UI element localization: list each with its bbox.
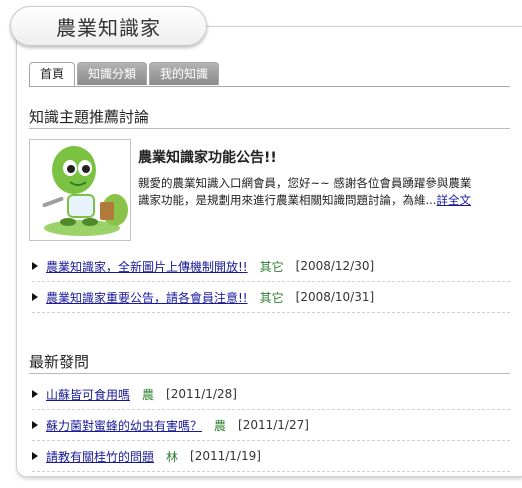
list-item-category[interactable]: 林 — [166, 448, 178, 465]
tab-categories[interactable]: 知識分類 — [77, 62, 148, 85]
list-item: 山蘇皆可食用嗎 農 [2011/1/28] — [32, 379, 510, 410]
bullet-arrow-icon — [32, 421, 38, 429]
tab-bar: 首頁 知識分類 我的知識 — [29, 62, 220, 87]
list-item-date: [2008/10/31] — [295, 290, 375, 304]
featured-article-title[interactable]: 農業知識家功能公告!! — [138, 147, 277, 167]
featured-article-excerpt: 親愛的農業知識入口網會員，您好~~ 感謝各位會員踴躍參與農業 識家功能，是規劃用… — [138, 175, 510, 209]
list-item: 蘇力菌對蜜蜂的幼虫有害嗎？ 農 [2011/1/27] — [32, 410, 510, 441]
mascot-icon — [42, 146, 128, 236]
tab-home[interactable]: 首頁 — [29, 62, 76, 87]
bullet-arrow-icon — [32, 262, 38, 270]
list-item-link[interactable]: 農業知識家，全新圖片上傳機制開放!! — [46, 258, 248, 275]
page-title: 農業知識家 — [56, 15, 161, 40]
latest-section-divider — [29, 373, 510, 374]
featured-list: 農業知識家，全新圖片上傳機制開放!! 其它 [2008/12/30] 農業知識家… — [32, 251, 510, 313]
list-item-category[interactable]: 農 — [214, 417, 226, 434]
list-item-category[interactable]: 其它 — [260, 258, 284, 275]
latest-section-title: 最新發問 — [29, 353, 90, 371]
list-item-link[interactable]: 請教有關桂竹的問題 — [46, 448, 154, 465]
excerpt-line-1: 親愛的農業知識入口網會員，您好~~ 感謝各位會員踴躍參與農業 — [138, 176, 472, 190]
latest-list: 山蘇皆可食用嗎 農 [2011/1/28] 蘇力菌對蜜蜂的幼虫有害嗎？ 農 [2… — [32, 379, 510, 472]
list-item-date: [2011/1/19] — [190, 449, 261, 463]
mascot-image — [29, 139, 131, 241]
featured-section-title: 知識主題推薦討論 — [29, 108, 150, 126]
list-item: 農業知識家，全新圖片上傳機制開放!! 其它 [2008/12/30] — [32, 251, 510, 282]
tab-divider — [29, 86, 510, 87]
bullet-arrow-icon — [32, 390, 38, 398]
read-more-link[interactable]: 詳全文 — [436, 193, 471, 207]
list-item: 請教有關桂竹的問題 林 [2011/1/19] — [32, 441, 510, 472]
list-item: 農業知識家重要公告，請各會員注意!! 其它 [2008/10/31] — [32, 282, 510, 313]
list-item-date: [2011/1/27] — [238, 418, 309, 432]
list-item-date: [2008/12/30] — [295, 259, 375, 273]
list-item-date: [2011/1/28] — [166, 387, 237, 401]
bullet-arrow-icon — [32, 452, 38, 460]
tab-my-knowledge[interactable]: 我的知識 — [149, 62, 220, 85]
list-item-category[interactable]: 其它 — [260, 289, 284, 306]
excerpt-line-2: 識家功能，是規劃用來進行農業相關知識問題討論，為維...詳全文 — [138, 192, 510, 209]
list-item-link[interactable]: 蘇力菌對蜜蜂的幼虫有害嗎？ — [46, 417, 202, 434]
list-item-link[interactable]: 山蘇皆可食用嗎 — [46, 386, 130, 403]
list-item-link[interactable]: 農業知識家重要公告，請各會員注意!! — [46, 289, 248, 306]
page-title-badge: 農業知識家 — [10, 6, 207, 46]
excerpt-line-2-text: 識家功能，是規劃用來進行農業相關知識問題討論，為維... — [138, 193, 437, 207]
bullet-arrow-icon — [32, 293, 38, 301]
list-item-category[interactable]: 農 — [142, 386, 154, 403]
featured-section-divider — [29, 128, 510, 129]
